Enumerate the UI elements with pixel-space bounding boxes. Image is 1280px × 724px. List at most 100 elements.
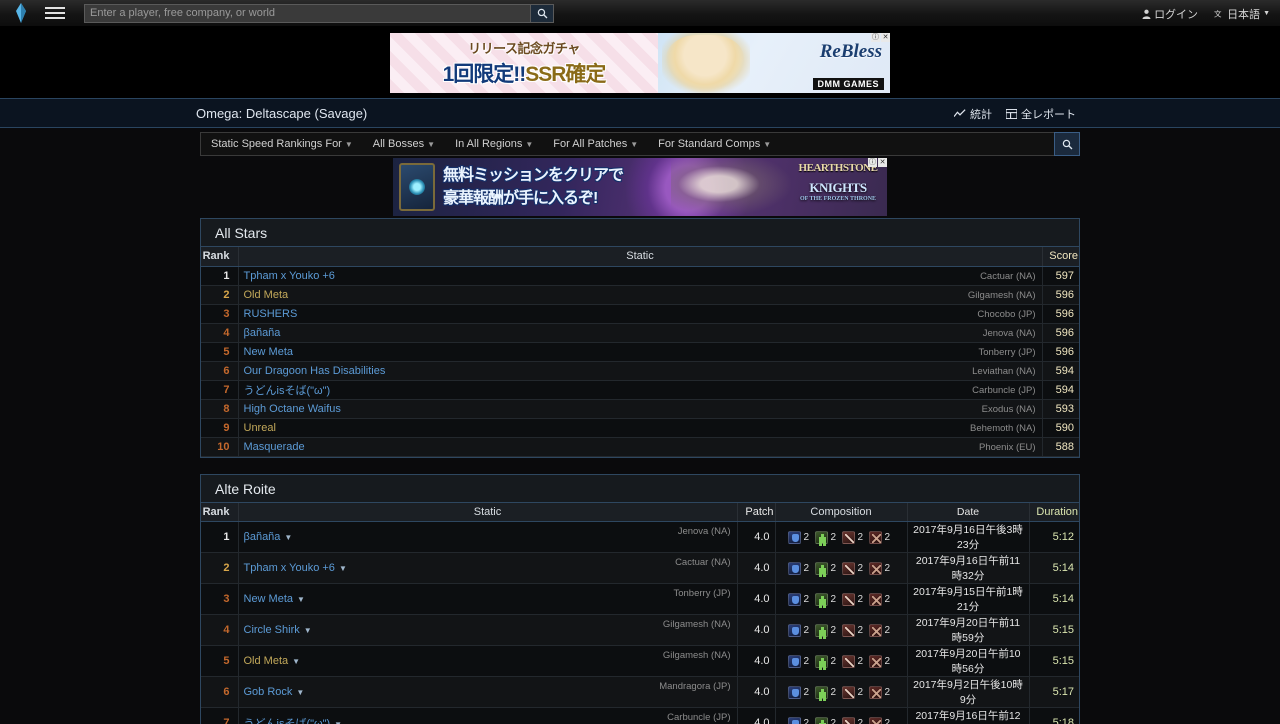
- filter-dropdown-3[interactable]: For All Patches ▼: [543, 133, 648, 155]
- composition-melee: 2: [841, 716, 868, 724]
- advertisement-mid[interactable]: 無料ミッションをクリアで 豪華報酬が手に入るぞ! HEARTHSTONE KNI…: [393, 158, 887, 216]
- table-row[interactable]: 10 Masquerade Phoenix (EU) 588: [201, 437, 1079, 457]
- column-header-duration[interactable]: Duration: [1029, 502, 1079, 522]
- all-stars-table: Rank Static Score 1 Tpham x Youko +6 Cactu…: [201, 247, 1079, 457]
- composition-tank: 2: [787, 654, 814, 668]
- composition-group: 2 2 2 2: [781, 714, 902, 724]
- tank-role-icon: [787, 592, 801, 606]
- chevron-down-icon[interactable]: ▼: [297, 595, 305, 604]
- site-logo[interactable]: [8, 3, 34, 23]
- column-header-patch[interactable]: Patch: [737, 502, 776, 522]
- filter-dropdown-1[interactable]: All Bosses ▼: [363, 133, 445, 155]
- healer-role-icon: [814, 623, 828, 637]
- static-name-link[interactable]: Unreal: [244, 422, 276, 434]
- table-row[interactable]: 7 うどんisそば("ω")▼ Carbuncle (JP) 4.0 2 2 2 2 2017年…: [201, 707, 1079, 724]
- cell-rank: 5: [201, 645, 239, 677]
- static-name-link[interactable]: High Octane Waifus: [244, 403, 341, 415]
- static-name-link[interactable]: うどんisそば("ω"): [244, 385, 331, 397]
- static-name-link[interactable]: Circle Shirk: [244, 624, 300, 636]
- chevron-down-icon[interactable]: ▼: [304, 626, 312, 635]
- table-row[interactable]: 2 Tpham x Youko +6 ▼ Cactuar (NA) 4.0 2 2 2 2 201…: [201, 552, 1079, 584]
- column-header-static[interactable]: Static: [238, 502, 738, 522]
- world-label: Chocobo (JP): [977, 308, 1036, 320]
- table-row[interactable]: 5 Old Meta ▼ Gilgamesh (NA) 4.0 2 2 2 2 2017年9月20…: [201, 645, 1079, 677]
- healer-role-icon: [814, 561, 828, 575]
- column-header-rank[interactable]: Rank: [201, 247, 239, 267]
- static-name-link[interactable]: Our Dragoon Has Disabilities: [244, 365, 386, 377]
- static-name-link[interactable]: New Meta: [244, 346, 294, 358]
- static-name-link[interactable]: Tpham x Youko +6: [244, 562, 335, 574]
- language-selector[interactable]: 文 日本語 ▼: [1214, 6, 1270, 22]
- table-row[interactable]: 1 Tpham x Youko +6 Cactuar (NA) 597: [201, 266, 1079, 286]
- chevron-down-icon[interactable]: ▼: [284, 533, 292, 542]
- composition-group: 2 2 2 2: [781, 683, 902, 702]
- ad-mid-subbrand-text: KNIGHTS: [809, 180, 867, 195]
- language-label: 日本語: [1227, 8, 1261, 21]
- filter-dropdown-2[interactable]: In All Regions ▼: [445, 133, 543, 155]
- ad-info-icon[interactable]: ⓘ: [871, 32, 880, 42]
- composition-ranged: 2: [868, 592, 895, 606]
- composition-ranged: 2: [868, 561, 895, 575]
- healer-role-icon: [814, 530, 828, 544]
- user-icon: [1142, 9, 1151, 19]
- filter-dropdown-4[interactable]: For Standard Comps ▼: [648, 133, 781, 155]
- chevron-down-icon[interactable]: ▼: [339, 564, 347, 573]
- chevron-down-icon[interactable]: ▼: [334, 720, 342, 724]
- world-label: Leviathan (NA): [972, 365, 1036, 377]
- column-header-composition[interactable]: Composition: [775, 502, 908, 522]
- cell-patch: 4.0: [737, 614, 776, 646]
- table-row[interactable]: 2 Old Meta Gilgamesh (NA) 596: [201, 285, 1079, 305]
- static-name-link[interactable]: New Meta: [244, 593, 294, 605]
- table-row[interactable]: 1 βañaña ▼ Jenova (NA) 4.0 2 2 2 2 2017年9月16日午後3時…: [201, 521, 1079, 553]
- table-row[interactable]: 3 New Meta ▼ Tonberry (JP) 4.0 2 2 2 2 2017年9月15日…: [201, 583, 1079, 615]
- static-name-link[interactable]: Old Meta: [244, 289, 289, 301]
- world-label: Jenova (NA): [677, 526, 731, 537]
- cell-score: 588: [1042, 437, 1079, 457]
- table-row[interactable]: 5 New Meta Tonberry (JP) 596: [201, 342, 1079, 362]
- composition-count: 2: [803, 562, 810, 574]
- table-row[interactable]: 6 Gob Rock ▼ Mandragora (JP) 4.0 2 2 2 2 2017年9月2…: [201, 676, 1079, 708]
- table-row[interactable]: 4 βañaña Jenova (NA) 596: [201, 323, 1079, 343]
- table-header-row: Rank Static Patch Composition Date Durat…: [201, 502, 1079, 522]
- advertisement-top[interactable]: リリース記念ガチャ 1回限定!!SSR確定 ReBless DMM GAMES …: [390, 32, 890, 93]
- hamburger-line: [45, 17, 65, 19]
- menu-hamburger-icon[interactable]: [40, 3, 70, 23]
- table-row[interactable]: 6 Our Dragoon Has Disabilities Leviathan (…: [201, 361, 1079, 381]
- statistics-link[interactable]: 統計: [954, 106, 992, 122]
- static-name-link[interactable]: βañaña: [244, 531, 281, 543]
- table-row[interactable]: 4 Circle Shirk ▼ Gilgamesh (NA) 4.0 2 2 2 2 2017年…: [201, 614, 1079, 646]
- table-row[interactable]: 7 うどんisそば("ω") Carbuncle (JP) 594: [201, 380, 1079, 400]
- static-name-link[interactable]: Masquerade: [244, 441, 305, 453]
- filter-search-button[interactable]: [1054, 132, 1080, 156]
- column-header-score[interactable]: Score: [1042, 247, 1079, 267]
- table-row[interactable]: 8 High Octane Waifus Exodus (NA) 593: [201, 399, 1079, 419]
- ad-info-icon[interactable]: ⓘ: [868, 158, 877, 167]
- ad-close-icon[interactable]: ✕: [878, 158, 887, 167]
- all-reports-link[interactable]: 全レポート: [1006, 106, 1076, 122]
- static-name-link[interactable]: Gob Rock: [244, 686, 293, 698]
- composition-ranged: 2: [868, 530, 895, 544]
- column-header-rank[interactable]: Rank: [201, 502, 239, 522]
- composition-count: 2: [830, 624, 837, 636]
- table-row[interactable]: 3 RUSHERS Chocobo (JP) 596: [201, 304, 1079, 324]
- ad-close-icon[interactable]: ✕: [881, 32, 890, 42]
- cell-static: High Octane Waifus Exodus (NA): [238, 399, 1043, 419]
- filter-dropdown-0[interactable]: Static Speed Rankings For ▼: [201, 133, 363, 155]
- chevron-down-icon[interactable]: ▼: [292, 657, 300, 666]
- composition-healer: 2: [814, 530, 841, 544]
- column-header-static[interactable]: Static: [238, 247, 1043, 267]
- login-link[interactable]: ログイン: [1142, 6, 1198, 22]
- global-search-button[interactable]: [530, 3, 554, 23]
- chevron-down-icon[interactable]: ▼: [296, 688, 304, 697]
- report-grid-icon: [1006, 109, 1017, 119]
- cell-rank: 8: [201, 399, 239, 419]
- column-header-date[interactable]: Date: [907, 502, 1030, 522]
- static-name-link[interactable]: Tpham x Youko +6: [244, 270, 335, 282]
- static-name-link[interactable]: RUSHERS: [244, 308, 298, 320]
- table-row[interactable]: 9 Unreal Behemoth (NA) 590: [201, 418, 1079, 438]
- static-name-link[interactable]: Old Meta: [244, 655, 289, 667]
- static-name-link[interactable]: βañaña: [244, 327, 281, 339]
- page-title: Omega: Deltascape (Savage): [196, 105, 368, 121]
- global-search-input[interactable]: [84, 3, 530, 23]
- static-name-link[interactable]: うどんisそば("ω"): [244, 718, 331, 724]
